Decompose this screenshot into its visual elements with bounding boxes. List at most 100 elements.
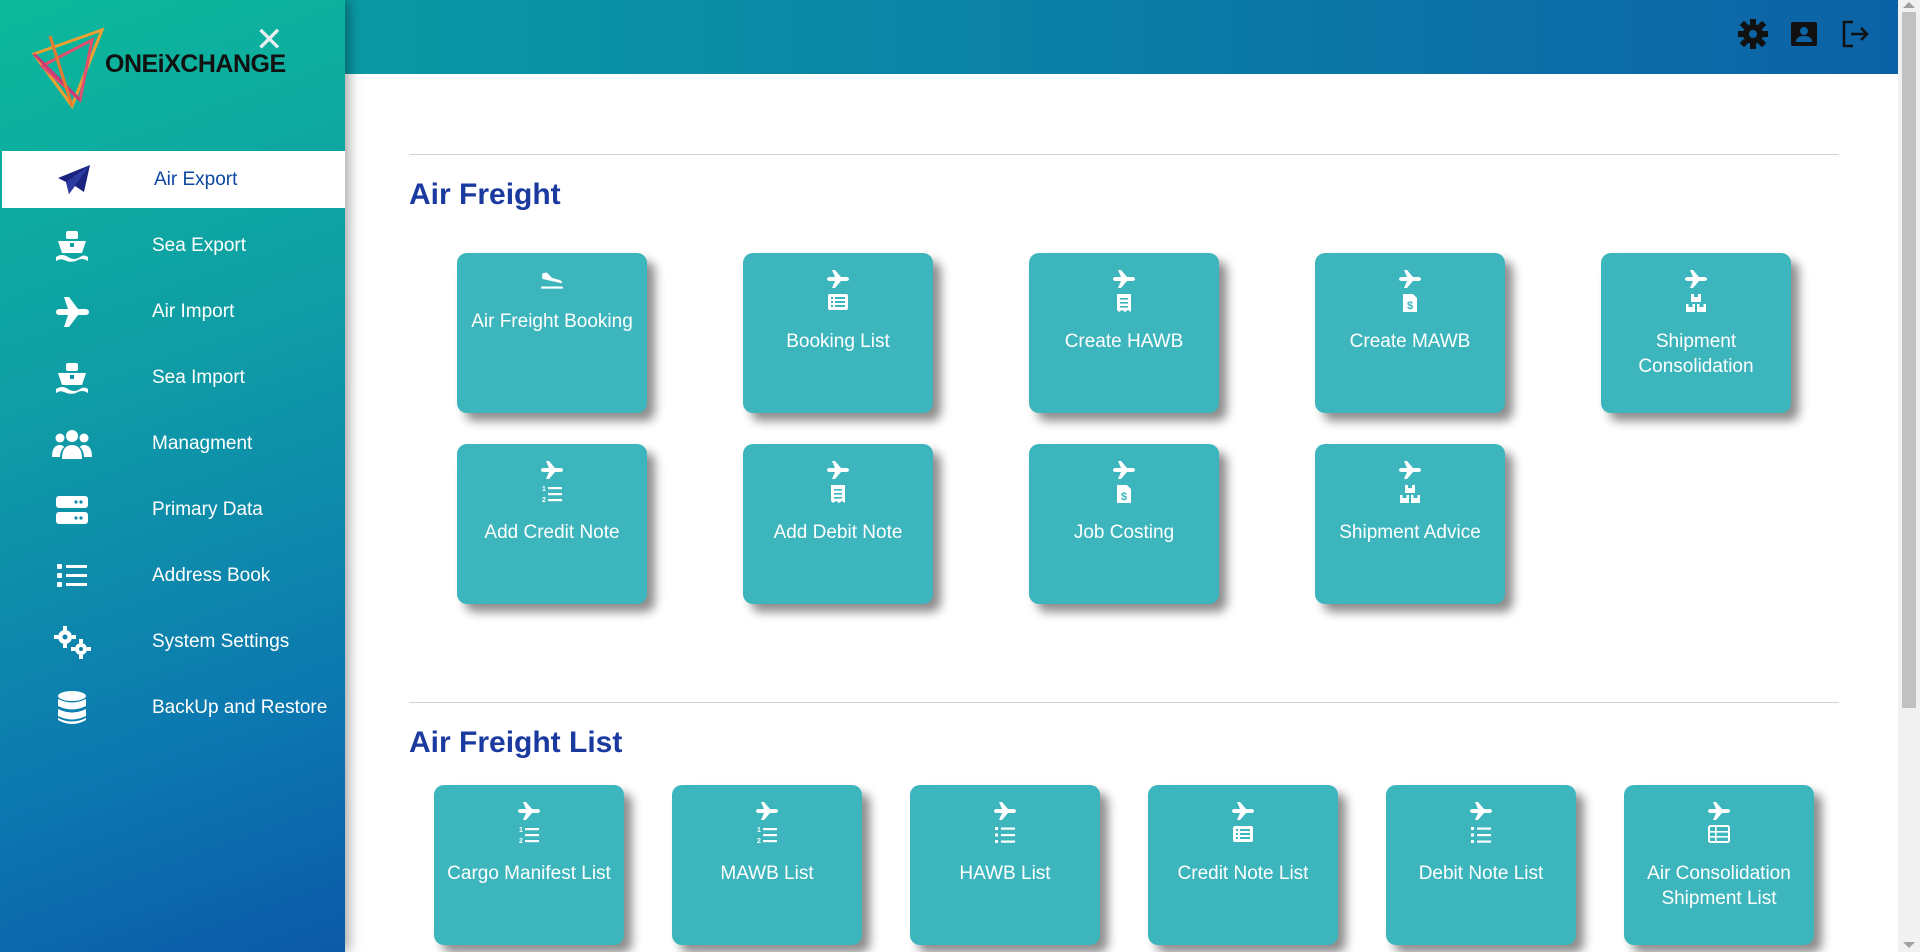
sidebar-item-label: System Settings bbox=[152, 630, 290, 652]
tile-label: Shipment Advice bbox=[1339, 522, 1481, 543]
table-list-icon bbox=[1708, 825, 1730, 843]
sidebar-item-label: Air Export bbox=[154, 168, 238, 190]
plane-icon bbox=[826, 269, 850, 289]
list-card-icon bbox=[1232, 825, 1254, 843]
sidebar-item-label: Sea Export bbox=[152, 234, 246, 256]
scroll-down-arrow-icon[interactable] bbox=[1903, 942, 1915, 948]
section-title-air-freight: Air Freight bbox=[409, 178, 561, 211]
sidebar-item-label: Sea Import bbox=[152, 366, 245, 388]
boxes-icon bbox=[1399, 484, 1421, 504]
ship-icon bbox=[52, 226, 92, 266]
numbered-list-icon bbox=[756, 825, 778, 845]
tile-label: Air Consolidation Shipment List bbox=[1647, 863, 1791, 909]
scroll-up-arrow-icon[interactable] bbox=[1903, 2, 1915, 8]
tile-job-costing[interactable]: Job Costing bbox=[1029, 444, 1219, 604]
sidebar-item-label: BackUp and Restore bbox=[152, 696, 328, 718]
scroll-thumb[interactable] bbox=[1902, 12, 1916, 708]
tile-label: Debit Note List bbox=[1418, 863, 1544, 884]
list-icon bbox=[52, 556, 92, 596]
page-scrollbar[interactable] bbox=[1898, 0, 1920, 952]
logout-icon[interactable] bbox=[1839, 18, 1871, 50]
tile-label: Credit Note List bbox=[1177, 863, 1309, 884]
plane-icon bbox=[1231, 801, 1255, 821]
sidebar-item-system-settings[interactable]: System Settings bbox=[0, 613, 345, 670]
oneixchange-logo-icon bbox=[31, 27, 105, 110]
tile-shipment-advice[interactable]: Shipment Advice bbox=[1315, 444, 1505, 604]
plane-icon bbox=[1684, 269, 1708, 289]
plane-icon bbox=[826, 460, 850, 480]
list-icon bbox=[1470, 825, 1492, 845]
tile-label: Add Credit Note bbox=[484, 522, 620, 543]
tile-air-freight-booking[interactable]: Air Freight Booking bbox=[457, 253, 647, 413]
sidebar-item-primary-data[interactable]: Primary Data bbox=[0, 481, 345, 538]
profile-card-icon[interactable] bbox=[1788, 18, 1820, 50]
plane-icon bbox=[1707, 801, 1731, 821]
sidebar-item-address-book[interactable]: Address Book bbox=[0, 547, 345, 604]
brand-logo[interactable]: ONEiXCHANGE bbox=[30, 22, 330, 110]
plane-icon bbox=[1398, 460, 1422, 480]
tile-add-credit-note[interactable]: Add Credit Note bbox=[457, 444, 647, 604]
list-card-icon bbox=[827, 293, 849, 311]
close-sidebar-button[interactable]: ✕ bbox=[255, 20, 284, 60]
tile-label: Job Costing bbox=[1073, 522, 1175, 543]
section-divider bbox=[409, 702, 1839, 703]
tile-create-mawb[interactable]: Create MAWB bbox=[1315, 253, 1505, 413]
paper-plane-icon bbox=[54, 160, 94, 200]
sidebar-item-backup-restore[interactable]: BackUp and Restore bbox=[0, 679, 345, 736]
tile-credit-note-list[interactable]: Credit Note List bbox=[1148, 785, 1338, 945]
tile-label: MAWB List bbox=[720, 863, 814, 884]
tile-booking-list[interactable]: Booking List bbox=[743, 253, 933, 413]
sidebar-item-air-export[interactable]: Air Export bbox=[2, 151, 345, 208]
plane-icon bbox=[517, 801, 541, 821]
plane-icon bbox=[1112, 269, 1136, 289]
users-icon bbox=[52, 424, 92, 464]
receipt-icon bbox=[1115, 293, 1133, 313]
tile-label: Add Debit Note bbox=[773, 522, 903, 543]
tile-label: HAWB List bbox=[959, 863, 1051, 884]
sidebar-item-label: Managment bbox=[152, 432, 253, 454]
tile-label: Create MAWB bbox=[1349, 331, 1471, 352]
section-title-air-freight-list: Air Freight List bbox=[409, 726, 623, 759]
gears-icon bbox=[52, 622, 92, 662]
tile-label: Create HAWB bbox=[1064, 331, 1184, 352]
sidebar-item-sea-import[interactable]: Sea Import bbox=[0, 349, 345, 406]
boxes-icon bbox=[1685, 293, 1707, 313]
sidebar-item-managment[interactable]: Managment bbox=[0, 415, 345, 472]
sidebar: ONEiXCHANGE ✕ Air Export Sea Export Air … bbox=[0, 0, 345, 952]
tile-label: Cargo Manifest List bbox=[447, 863, 611, 884]
tile-hawb-list[interactable]: HAWB List bbox=[910, 785, 1100, 945]
sidebar-item-sea-export[interactable]: Sea Export bbox=[0, 217, 345, 274]
sidebar-menu: Air Export Sea Export Air Import Sea Imp… bbox=[0, 151, 345, 745]
numbered-list-icon bbox=[541, 484, 563, 504]
top-bar bbox=[345, 0, 1898, 74]
plane-icon bbox=[1112, 460, 1136, 480]
plane-icon bbox=[1469, 801, 1493, 821]
plane-landing-icon bbox=[539, 269, 565, 291]
tile-label: Booking List bbox=[786, 331, 890, 352]
tile-cargo-manifest-list[interactable]: Cargo Manifest List bbox=[434, 785, 624, 945]
tile-add-debit-note[interactable]: Add Debit Note bbox=[743, 444, 933, 604]
invoice-dollar-icon bbox=[1115, 484, 1133, 504]
sidebar-item-label: Address Book bbox=[152, 564, 271, 586]
tile-debit-note-list[interactable]: Debit Note List bbox=[1386, 785, 1576, 945]
numbered-list-icon bbox=[518, 825, 540, 845]
tile-label: Air Freight Booking bbox=[471, 311, 633, 332]
sidebar-item-label: Primary Data bbox=[152, 498, 263, 520]
tile-air-consolidation-shipment-list[interactable]: Air Consolidation Shipment List bbox=[1624, 785, 1814, 945]
tile-create-hawb[interactable]: Create HAWB bbox=[1029, 253, 1219, 413]
database-icon bbox=[52, 688, 92, 728]
list-icon bbox=[994, 825, 1016, 845]
sidebar-item-label: Air Import bbox=[152, 300, 235, 322]
settings-icon[interactable] bbox=[1737, 18, 1769, 50]
section-divider bbox=[409, 154, 1839, 155]
tile-label: Shipment Consolidation bbox=[1638, 331, 1754, 377]
plane-icon bbox=[1398, 269, 1422, 289]
plane-icon bbox=[993, 801, 1017, 821]
tile-shipment-consolidation[interactable]: Shipment Consolidation bbox=[1601, 253, 1791, 413]
receipt-icon bbox=[829, 484, 847, 504]
invoice-dollar-icon bbox=[1401, 293, 1419, 313]
sidebar-item-air-import[interactable]: Air Import bbox=[0, 283, 345, 340]
plane-icon bbox=[52, 292, 92, 332]
server-icon bbox=[52, 490, 92, 530]
tile-mawb-list[interactable]: MAWB List bbox=[672, 785, 862, 945]
